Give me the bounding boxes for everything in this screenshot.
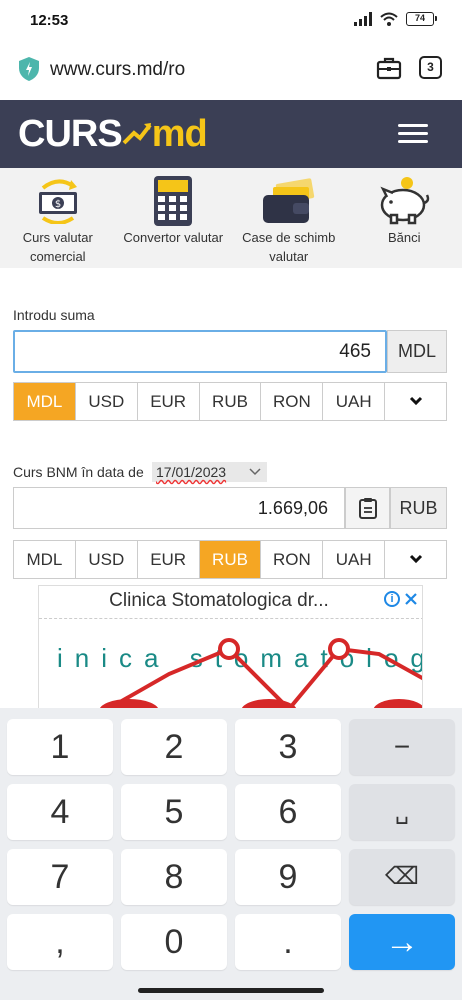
key-period[interactable]: . xyxy=(235,914,341,970)
status-icons: 74 xyxy=(354,12,437,26)
target-currency-selector: MDL USD EUR RUB RON UAH xyxy=(13,540,447,579)
key-4[interactable]: 4 xyxy=(7,784,113,840)
source-currency-usd[interactable]: USD xyxy=(75,383,138,420)
amount-unit: MDL xyxy=(387,330,447,373)
battery-icon: 74 xyxy=(406,12,437,26)
source-currency-selector: MDL USD EUR RUB RON UAH xyxy=(13,382,447,421)
key-5[interactable]: 5 xyxy=(121,784,227,840)
nav-label: Case de schimb valutar xyxy=(242,230,336,264)
screen: 12:53 74 www.curs.md/ro 3 CURS md $ Curs … xyxy=(0,0,462,1000)
chevron-down-icon xyxy=(409,554,422,564)
nav-label: Curs valutar comercial xyxy=(22,230,93,264)
ad-graphic xyxy=(99,638,422,709)
source-more-dropdown[interactable] xyxy=(385,383,447,420)
key-9[interactable]: 9 xyxy=(235,849,341,905)
nav-item-converter[interactable]: Convertor valutar xyxy=(116,168,232,268)
wallet-icon xyxy=(262,178,314,223)
target-currency-rub[interactable]: RUB xyxy=(199,541,262,578)
main-nav: $ Curs valutar comercial Convertor valut… xyxy=(0,168,462,268)
key-8[interactable]: 8 xyxy=(121,849,227,905)
key-space[interactable]: ␣ xyxy=(349,784,455,840)
status-bar: 12:53 74 xyxy=(0,0,462,42)
signal-icon xyxy=(354,12,372,26)
key-3[interactable]: 3 xyxy=(235,719,341,775)
key-1[interactable]: 1 xyxy=(7,719,113,775)
nav-label: Convertor valutar xyxy=(123,230,224,245)
nav-item-commercial-rates[interactable]: $ Curs valutar comercial xyxy=(0,168,116,268)
site-header: CURS md xyxy=(0,100,462,168)
advertisement[interactable]: Clinica Stomatologica dr... i inica stom… xyxy=(38,585,423,710)
target-more-dropdown[interactable] xyxy=(385,541,447,578)
numeric-keyboard: 1 2 3 − 4 5 6 ␣ 7 8 9 ⌫ , 0 . → xyxy=(0,708,462,1000)
ad-title: Clinica Stomatologica dr... xyxy=(109,590,329,611)
result-unit: RUB xyxy=(390,487,447,529)
target-currency-usd[interactable]: USD xyxy=(75,541,138,578)
source-currency-eur[interactable]: EUR xyxy=(137,383,200,420)
chevron-down-icon xyxy=(409,396,422,406)
site-logo[interactable]: CURS md xyxy=(18,113,208,155)
close-icon[interactable] xyxy=(404,592,418,606)
clock: 12:53 xyxy=(30,12,69,29)
key-0[interactable]: 0 xyxy=(121,914,227,970)
copy-button[interactable] xyxy=(345,487,390,529)
source-currency-rub[interactable]: RUB xyxy=(199,383,262,420)
piggy-bank-icon xyxy=(380,177,430,225)
svg-text:$: $ xyxy=(55,199,61,210)
money-exchange-icon: $ xyxy=(38,179,77,224)
key-2[interactable]: 2 xyxy=(121,719,227,775)
source-currency-uah[interactable]: UAH xyxy=(323,383,386,420)
shield-icon[interactable] xyxy=(18,56,40,82)
key-6[interactable]: 6 xyxy=(235,784,341,840)
source-currency-ron[interactable]: RON xyxy=(261,383,324,420)
nav-label: Bănci xyxy=(387,230,421,245)
tab-switcher-button[interactable]: 3 xyxy=(419,56,442,79)
rate-label: Curs BNM în data de xyxy=(13,464,144,480)
ad-banner: inica stomatolog xyxy=(39,618,422,709)
home-gesture-bar[interactable] xyxy=(138,988,324,993)
briefcase-icon[interactable] xyxy=(376,56,402,80)
chevron-down-icon xyxy=(249,468,261,476)
key-minus[interactable]: − xyxy=(349,719,455,775)
key-7[interactable]: 7 xyxy=(7,849,113,905)
logo-text-left: CURS xyxy=(18,113,123,155)
key-backspace[interactable]: ⌫ xyxy=(349,849,455,905)
key-enter[interactable]: → xyxy=(349,914,455,970)
wifi-icon xyxy=(380,12,398,26)
calculator-icon xyxy=(154,176,193,226)
ad-controls: i xyxy=(384,588,418,607)
source-currency-mdl[interactable]: MDL xyxy=(14,383,76,420)
menu-icon[interactable] xyxy=(398,124,428,144)
target-currency-mdl[interactable]: MDL xyxy=(14,541,76,578)
logo-text-right: md xyxy=(151,113,208,155)
result-output[interactable]: 1.669,06 xyxy=(13,487,345,529)
target-currency-uah[interactable]: UAH xyxy=(323,541,386,578)
nav-item-exchange-offices[interactable]: Case de schimb valutar xyxy=(231,168,347,268)
nav-item-banks[interactable]: Bănci xyxy=(347,168,462,268)
rate-date-picker[interactable]: 17/01/2023 xyxy=(152,462,267,482)
amount-label: Introdu suma xyxy=(13,307,95,323)
rate-date: 17/01/2023 xyxy=(156,464,227,480)
ad-info-icon[interactable]: i xyxy=(384,591,400,607)
logo-arrow-icon xyxy=(122,123,152,145)
address-bar[interactable]: www.curs.md/ro xyxy=(50,59,185,81)
target-currency-ron[interactable]: RON xyxy=(261,541,324,578)
target-currency-eur[interactable]: EUR xyxy=(137,541,200,578)
clipboard-icon xyxy=(358,498,377,519)
key-comma[interactable]: , xyxy=(7,914,113,970)
browser-toolbar: www.curs.md/ro 3 xyxy=(0,42,462,100)
amount-input[interactable]: 465 xyxy=(13,330,387,373)
